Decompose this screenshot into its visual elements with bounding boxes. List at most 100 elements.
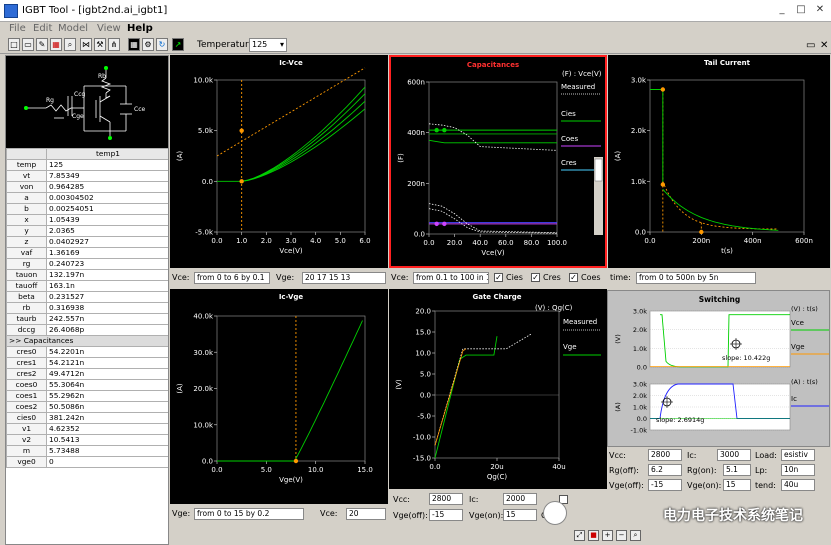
param-row-coes2[interactable]: coes2 50.5086n: [6, 401, 168, 413]
menu-model[interactable]: Model: [58, 23, 88, 34]
param-row-rg[interactable]: rg 0.240723: [6, 258, 168, 270]
wizard-icon[interactable]: ⚒: [94, 38, 106, 51]
capacitances-plot[interactable]: Capacitances 600n 400n 200n 0.0 0.0 20.0 40.0 60…: [389, 55, 607, 268]
param-value[interactable]: 55.2962n: [46, 390, 168, 402]
param-value[interactable]: 163.1n: [46, 280, 168, 292]
sw-vgeoff-input[interactable]: -15: [648, 479, 682, 491]
param-value[interactable]: 0.00304502: [46, 192, 168, 204]
fit-icon[interactable]: ⤢: [574, 530, 585, 541]
param-row-tauoff[interactable]: tauoff 163.1n: [6, 280, 168, 292]
temperature-select[interactable]: 125: [249, 38, 287, 52]
param-value[interactable]: 54.2201n: [46, 346, 168, 358]
param-value[interactable]: 0.964285: [46, 181, 168, 193]
param-value[interactable]: 55.3064n: [46, 379, 168, 391]
param-row-cies0[interactable]: cies0 381.242n: [6, 412, 168, 424]
zoom-out-icon[interactable]: −: [616, 530, 627, 541]
param-row-taurb[interactable]: taurb 242.557n: [6, 313, 168, 325]
sw-rgoff-input[interactable]: 6.2: [648, 464, 682, 476]
param-value[interactable]: 381.242n: [46, 412, 168, 424]
param-row-dccg[interactable]: dccg 26.4068p: [6, 324, 168, 336]
sw-rgon-input[interactable]: 5.1: [723, 464, 751, 476]
zoom-area-icon[interactable]: ⌕: [630, 530, 641, 541]
refresh-icon[interactable]: ↻: [156, 38, 168, 51]
zoom-in-icon[interactable]: +: [602, 530, 613, 541]
minimize-button[interactable]: _: [775, 3, 789, 17]
settings-icon[interactable]: ⚙: [142, 38, 154, 51]
param-row-vaf[interactable]: vaf 1.36169: [6, 247, 168, 259]
param-value[interactable]: 242.557n: [46, 313, 168, 325]
param-row-cres1[interactable]: cres1 54.2121n: [6, 357, 168, 369]
gc-ic-input[interactable]: 2000: [503, 493, 537, 505]
vge-range-input[interactable]: from 0 to 15 by 0.2: [194, 508, 304, 520]
param-row-coes1[interactable]: coes1 55.2962n: [6, 390, 168, 402]
param-value[interactable]: 0.240723: [46, 258, 168, 270]
plot-icon[interactable]: ↗: [172, 38, 184, 51]
gate-charge-plot[interactable]: Gate Charge 20.0 15.0 10.0 5.0 0.0 -5.0 -10.0 -1…: [389, 289, 607, 489]
vce-range-input[interactable]: from 0 to 6 by 0.1: [194, 272, 270, 284]
close-button[interactable]: ✕: [813, 3, 827, 17]
param-row-rb[interactable]: rb 0.316938: [6, 302, 168, 314]
param-value[interactable]: 1.05439: [46, 214, 168, 226]
param-value[interactable]: 0.231527: [46, 291, 168, 303]
sw-ic-input[interactable]: 3000: [717, 449, 751, 461]
gc-vgeoff-input[interactable]: -15: [429, 509, 463, 521]
open-folder-icon[interactable]: ▭: [22, 38, 34, 51]
param-row-coes0[interactable]: coes0 55.3064n: [6, 379, 168, 391]
param-row-vt[interactable]: vt 7.85349: [6, 170, 168, 182]
param-value[interactable]: 50.5086n: [46, 401, 168, 413]
param-row-a[interactable]: a 0.00304502: [6, 192, 168, 204]
menu-view[interactable]: View: [97, 23, 121, 34]
stop-icon[interactable]: ■: [588, 530, 599, 541]
time-range-input[interactable]: from 0 to 500n by 5n: [636, 272, 756, 284]
param-value[interactable]: 5.73488: [46, 445, 168, 457]
param-row-tauon[interactable]: tauon 132.197n: [6, 269, 168, 281]
param-row-b[interactable]: b 0.00254051: [6, 203, 168, 215]
export-icon[interactable]: ▦: [50, 38, 62, 51]
sw-lp-input[interactable]: 10n: [781, 464, 815, 476]
param-row-von[interactable]: von 0.964285: [6, 181, 168, 193]
param-value[interactable]: 2.0365: [46, 225, 168, 237]
cies-checkbox[interactable]: ✓: [494, 273, 503, 282]
param-row-cres0[interactable]: cres0 54.2201n: [6, 346, 168, 358]
cres-checkbox[interactable]: ✓: [531, 273, 540, 282]
param-row-vge0[interactable]: vge0 0: [6, 456, 168, 468]
split-icon[interactable]: ⋔: [108, 38, 120, 51]
child-close-icon[interactable]: ✕: [820, 40, 828, 51]
param-row-v2[interactable]: v2 10.5413: [6, 434, 168, 446]
maximize-button[interactable]: □: [794, 3, 808, 17]
sw-load-select[interactable]: esistiv: [781, 449, 815, 461]
param-value[interactable]: 7.85349: [46, 170, 168, 182]
vce-fixed-input[interactable]: 20: [346, 508, 386, 520]
cap-vce-range-input[interactable]: from 0.1 to 100 in 1: [413, 272, 489, 284]
restore-icon[interactable]: ▭: [806, 40, 815, 51]
param-value[interactable]: 132.197n: [46, 269, 168, 281]
param-value[interactable]: 54.2121n: [46, 357, 168, 369]
param-row-m[interactable]: m 5.73488: [6, 445, 168, 457]
param-row-cres2[interactable]: cres2 49.4712n: [6, 368, 168, 380]
tail-current-plot[interactable]: Tail Current 3.0k 2.0k 1.0k 0.0 0.0 200n 400n 60…: [608, 55, 830, 268]
param-row-y[interactable]: y 2.0365: [6, 225, 168, 237]
capacitances-section[interactable]: >> Capacitances: [6, 335, 168, 347]
model-icon[interactable]: ⋈: [80, 38, 92, 51]
sw-vgeon-input[interactable]: 15: [723, 479, 751, 491]
param-value[interactable]: 0.00254051: [46, 203, 168, 215]
grid-icon[interactable]: ▦: [128, 38, 140, 51]
ic-vce-plot[interactable]: Ic-Vce 10.0k 5.0k 0.0 -5.0k 0.0 1.0 2.0 3.0 4.0 5.…: [170, 55, 388, 268]
new-file-icon[interactable]: □: [8, 38, 20, 51]
vge-list-input[interactable]: 20 17 15 13: [302, 272, 386, 284]
param-value[interactable]: 0: [46, 456, 168, 468]
param-value[interactable]: 1.36169: [46, 247, 168, 259]
param-value[interactable]: 10.5413: [46, 434, 168, 446]
param-value[interactable]: 0.316938: [46, 302, 168, 314]
menu-help[interactable]: Help: [127, 23, 153, 34]
sw-vcc-input[interactable]: 2800: [648, 449, 682, 461]
param-row-beta[interactable]: beta 0.231527: [6, 291, 168, 303]
gc-vcc-input[interactable]: 2800: [429, 493, 463, 505]
sw-tend-input[interactable]: 40u: [781, 479, 815, 491]
zoom-icon[interactable]: ⌕: [64, 38, 76, 51]
param-value[interactable]: 4.62352: [46, 423, 168, 435]
gc-vgeon-input[interactable]: 15: [503, 509, 537, 521]
param-value[interactable]: 49.4712n: [46, 368, 168, 380]
param-row-z[interactable]: z 0.0402927: [6, 236, 168, 248]
ic-vge-plot[interactable]: Ic-Vge 40.0k 30.0k 20.0k 10.0k 0.0 0.0 5.0 10.0 1…: [170, 289, 388, 504]
